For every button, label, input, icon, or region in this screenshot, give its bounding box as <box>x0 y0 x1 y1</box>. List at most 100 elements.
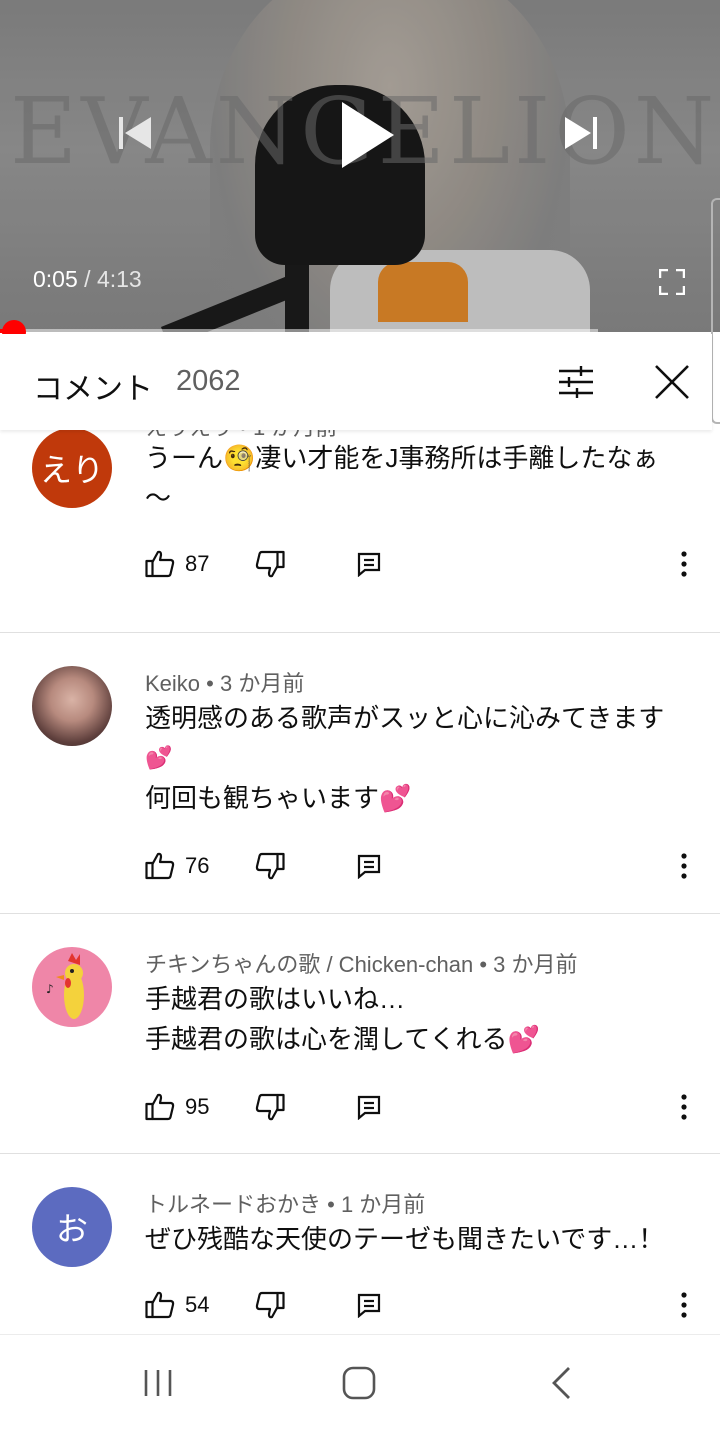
avatar[interactable]: えり <box>32 430 112 508</box>
comment-item: ♪ チキンちゃんの歌 / Chicken-chan • 3 か月前 手越君の歌は… <box>0 914 720 1154</box>
like-button[interactable]: 87 <box>145 544 209 584</box>
comment-actions: 87 <box>0 544 720 584</box>
dislike-button[interactable] <box>255 544 285 584</box>
more-options-button[interactable] <box>670 1285 698 1325</box>
comment-text: ぜひ残酷な天使のテーゼも聞きたいです…！ <box>145 1219 690 1259</box>
like-count: 54 <box>185 1292 210 1317</box>
comment-meta: Keiko • 3 か月前 <box>145 671 305 696</box>
comment-actions: 54 <box>0 1285 720 1325</box>
more-vertical-icon <box>681 551 687 577</box>
thumbs-down-icon <box>255 550 285 578</box>
more-vertical-icon <box>681 1292 687 1318</box>
comments-list: えり えりえり • 1 か月前 うーん🧐凄い才能をJ事務所は手離したなぁ ～ 8… <box>0 430 720 1334</box>
more-vertical-icon <box>681 1094 687 1120</box>
comment-item: えり えりえり • 1 か月前 うーん🧐凄い才能をJ事務所は手離したなぁ ～ 8… <box>0 430 720 633</box>
sort-filter-icon <box>559 366 593 398</box>
avatar-initials: お <box>55 1210 88 1248</box>
more-options-button[interactable] <box>670 544 698 584</box>
more-options-button[interactable] <box>670 1087 698 1127</box>
comment-line: ～ <box>145 483 172 513</box>
reply-button[interactable] <box>356 1087 382 1127</box>
comment-line: うーん🧐凄い才能をJ事務所は手離したなぁ <box>145 443 659 473</box>
total-duration: 4:13 <box>96 266 142 292</box>
comment-author[interactable]: チキンちゃんの歌 / Chicken-chan <box>145 952 473 977</box>
comment-time: 3 か月前 <box>493 952 578 977</box>
comment-author[interactable]: トルネードおかき <box>145 1192 321 1217</box>
comment-line: 手越君の歌はいいね… <box>145 984 406 1014</box>
comment-line: 透明感のある歌声がスッと心に沁みてきます <box>145 703 665 733</box>
comment-meta: チキンちゃんの歌 / Chicken-chan • 3 か月前 <box>145 952 578 977</box>
more-vertical-icon <box>681 853 687 879</box>
more-options-button[interactable] <box>670 846 698 886</box>
current-time: 0:05 <box>33 266 78 292</box>
home-icon <box>342 1366 376 1400</box>
comment-author[interactable]: Keiko <box>145 671 200 696</box>
comment-line: ぜひ残酷な天使のテーゼも聞きたいです…！ <box>145 1224 665 1254</box>
recent-apps-button[interactable] <box>133 1361 183 1405</box>
svg-text:♪: ♪ <box>46 982 54 996</box>
avatar[interactable] <box>32 666 112 746</box>
like-button[interactable]: 95 <box>145 1087 209 1127</box>
chicken-avatar-icon: ♪ <box>46 953 84 1019</box>
reply-button[interactable] <box>356 544 382 584</box>
fullscreen-icon <box>659 269 685 295</box>
close-icon <box>655 365 689 399</box>
like-count: 87 <box>185 551 210 576</box>
reply-comment-icon <box>357 552 381 577</box>
thumbs-down-icon <box>255 1093 285 1121</box>
avatar-initials: えり <box>39 451 104 489</box>
back-icon <box>552 1367 570 1399</box>
comment-time: 1 か月前 <box>340 1192 426 1217</box>
close-comments-button[interactable] <box>648 358 696 406</box>
play-icon <box>342 102 394 168</box>
home-button[interactable] <box>334 1361 384 1405</box>
skip-previous-icon <box>119 117 151 149</box>
comment-actions: 76 <box>0 846 720 886</box>
progress-buffer[interactable] <box>0 329 598 333</box>
comments-header: コメント 2062 <box>0 334 712 430</box>
skip-next-icon <box>565 117 597 149</box>
dislike-button[interactable] <box>255 1285 285 1325</box>
like-count: 95 <box>185 1094 210 1119</box>
thumbs-down-icon <box>255 852 285 880</box>
comment-line: 手越君の歌は心を潤してくれる💕 <box>145 1024 540 1054</box>
comment-text: 手越君の歌はいいね… 手越君の歌は心を潤してくれる💕 <box>145 979 690 1059</box>
thumbs-up-icon <box>145 1291 175 1319</box>
dislike-button[interactable] <box>255 1087 285 1127</box>
reply-comment-icon <box>357 854 381 879</box>
reply-comment-icon <box>357 1293 381 1318</box>
time-display: 0:05 / 4:13 <box>33 266 142 293</box>
thumbs-up-icon <box>145 1093 175 1121</box>
previous-button[interactable] <box>110 108 160 158</box>
comment-item: Keiko • 3 か月前 透明感のある歌声がスッと心に沁みてきます 💕 何回も… <box>0 633 720 914</box>
like-count: 76 <box>185 853 210 878</box>
reply-comment-icon <box>357 1095 381 1120</box>
comment-text: 透明感のある歌声がスッと心に沁みてきます 💕 何回も観ちゃいます💕 <box>145 698 690 818</box>
comment-time: 3 か月前 <box>219 671 305 696</box>
back-button[interactable] <box>536 1361 586 1405</box>
avatar[interactable]: お <box>32 1187 112 1267</box>
comment-item: お トルネードおかき • 1 か月前 ぜひ残酷な天使のテーゼも聞きたいです…！ … <box>0 1154 720 1334</box>
reply-button[interactable] <box>356 1285 382 1325</box>
avatar[interactable]: ♪ <box>32 947 112 1027</box>
like-button[interactable]: 76 <box>145 846 209 886</box>
dislike-button[interactable] <box>255 846 285 886</box>
recent-apps-icon <box>144 1370 172 1396</box>
fullscreen-button[interactable] <box>652 262 692 302</box>
thumbs-up-icon <box>145 550 175 578</box>
next-button[interactable] <box>556 108 606 158</box>
play-button[interactable] <box>326 95 406 175</box>
time-separator: / <box>84 266 91 292</box>
comment-line: 何回も観ちゃいます💕 <box>145 783 412 813</box>
like-button[interactable]: 54 <box>145 1285 209 1325</box>
edge-panel-handle[interactable] <box>711 198 720 424</box>
comment-line: 💕 <box>145 745 173 770</box>
comment-text: うーん🧐凄い才能をJ事務所は手離したなぁ ～ <box>145 438 690 518</box>
comment-meta: トルネードおかき • 1 か月前 <box>145 1192 426 1217</box>
video-player[interactable]: EVANGELION 0:05 / 4:13 <box>0 0 720 332</box>
sort-button[interactable] <box>552 358 600 406</box>
comments-count: 2062 <box>176 365 241 397</box>
system-nav-bar <box>0 1334 720 1430</box>
thumbs-up-icon <box>145 852 175 880</box>
reply-button[interactable] <box>356 846 382 886</box>
